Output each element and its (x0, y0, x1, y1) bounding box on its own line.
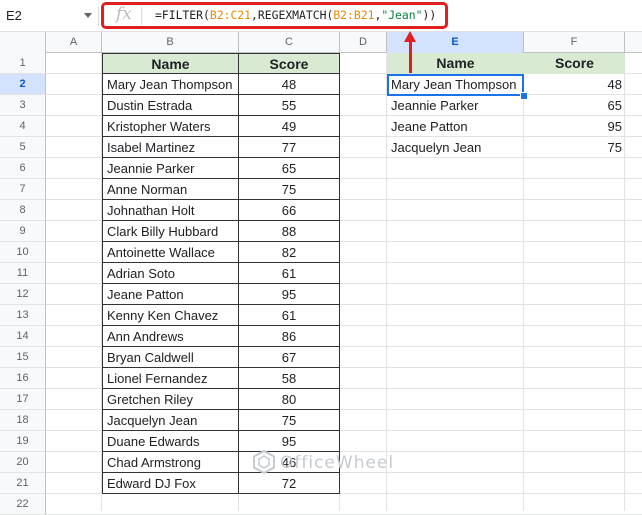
result-name-cell[interactable]: Jacquelyn Jean (387, 137, 524, 158)
source-score-cell[interactable]: 55 (239, 95, 340, 116)
row-header-3[interactable]: 3 (0, 95, 46, 116)
row-header-5[interactable]: 5 (0, 137, 46, 158)
source-score-cell[interactable]: 75 (239, 179, 340, 200)
row-header-14[interactable]: 14 (0, 326, 46, 347)
result-score-cell[interactable]: 65 (524, 95, 625, 116)
source-name-cell[interactable]: Edward DJ Fox (102, 473, 239, 494)
row-header-6[interactable]: 6 (0, 158, 46, 179)
source-score-cell[interactable]: 80 (239, 389, 340, 410)
result-name-cell[interactable]: Jeane Patton (387, 116, 524, 137)
source-score-cell[interactable]: 82 (239, 242, 340, 263)
name-box-dropdown-icon[interactable] (84, 13, 92, 18)
result-score-cell[interactable]: 48 (524, 74, 625, 95)
source-score-cell[interactable]: 86 (239, 326, 340, 347)
row-header-17[interactable]: 17 (0, 389, 46, 410)
source-name-cell[interactable]: Duane Edwards (102, 431, 239, 452)
source-name-cell[interactable]: Lionel Fernandez (102, 368, 239, 389)
source-header-score[interactable]: Score (239, 53, 340, 74)
formula-bar: E2 fx =FILTER(B2:C21,REGEXMATCH(B2:B21,"… (0, 0, 642, 32)
watermark-logo-icon (253, 450, 275, 474)
source-score-cell[interactable]: 49 (239, 116, 340, 137)
column-header-f[interactable]: F (524, 32, 625, 53)
source-score-cell[interactable]: 61 (239, 305, 340, 326)
source-score-cell[interactable]: 65 (239, 158, 340, 179)
source-name-cell[interactable]: Gretchen Riley (102, 389, 239, 410)
source-name-cell[interactable]: Jeannie Parker (102, 158, 239, 179)
row-header-22[interactable]: 22 (0, 494, 46, 515)
column-header-d[interactable]: D (340, 32, 387, 53)
source-name-cell[interactable]: Jacquelyn Jean (102, 410, 239, 431)
column-header-a[interactable]: A (46, 32, 102, 53)
sheet-grid[interactable]: Name Score Mary Jean Thompson 48 Dustin Estr… (46, 53, 642, 515)
source-name-cell[interactable]: Mary Jean Thompson (102, 74, 239, 95)
source-score-cell[interactable]: 77 (239, 137, 340, 158)
source-score-cell[interactable]: 58 (239, 368, 340, 389)
row-header-9[interactable]: 9 (0, 221, 46, 242)
source-score-cell[interactable]: 48 (239, 74, 340, 95)
source-name-cell[interactable]: Clark Billy Hubbard (102, 221, 239, 242)
column-header-b[interactable]: B (102, 32, 239, 53)
source-name-cell[interactable]: Johnathan Holt (102, 200, 239, 221)
source-name-cell[interactable]: Adrian Soto (102, 263, 239, 284)
row-header-19[interactable]: 19 (0, 431, 46, 452)
source-name-cell[interactable]: Chad Armstrong (102, 452, 239, 473)
row-header-10[interactable]: 10 (0, 242, 46, 263)
select-all-corner[interactable] (0, 32, 46, 53)
annotation-arrow-icon (404, 31, 416, 42)
source-score-cell[interactable]: 66 (239, 200, 340, 221)
result-header-score[interactable]: Score (524, 53, 625, 74)
row-header-18[interactable]: 18 (0, 410, 46, 431)
source-name-cell[interactable]: Kristopher Waters (102, 116, 239, 137)
source-name-cell[interactable]: Isabel Martinez (102, 137, 239, 158)
annotation-arrow-line (409, 40, 412, 73)
source-score-cell[interactable]: 95 (239, 431, 340, 452)
row-header-13[interactable]: 13 (0, 305, 46, 326)
divider (98, 6, 99, 26)
formula-highlight-box (101, 2, 448, 29)
source-name-cell[interactable]: Jeane Patton (102, 284, 239, 305)
source-score-cell[interactable]: 88 (239, 221, 340, 242)
row-header-1[interactable]: 1 (0, 53, 46, 74)
row-header-8[interactable]: 8 (0, 200, 46, 221)
row-header-20[interactable]: 20 (0, 452, 46, 473)
row-header-7[interactable]: 7 (0, 179, 46, 200)
row-header-4[interactable]: 4 (0, 116, 46, 137)
result-name-cell[interactable]: Jeannie Parker (387, 95, 524, 116)
row-header-2[interactable]: 2 (0, 74, 46, 95)
source-score-cell[interactable]: 61 (239, 263, 340, 284)
source-name-cell[interactable]: Kenny Ken Chavez (102, 305, 239, 326)
row-header-21[interactable]: 21 (0, 473, 46, 494)
row-header-16[interactable]: 16 (0, 368, 46, 389)
column-header-c[interactable]: C (239, 32, 340, 53)
watermark-text: OfficeWheel (280, 453, 395, 473)
source-score-cell[interactable]: 95 (239, 284, 340, 305)
source-name-cell[interactable]: Ann Andrews (102, 326, 239, 347)
fill-handle[interactable] (520, 92, 528, 100)
result-header-name[interactable]: Name (387, 53, 524, 74)
source-score-cell[interactable]: 72 (239, 473, 340, 494)
source-name-cell[interactable]: Dustin Estrada (102, 95, 239, 116)
column-header-row: A B C D E F (0, 32, 642, 53)
name-box[interactable]: E2 (6, 7, 94, 25)
source-name-cell[interactable]: Anne Norman (102, 179, 239, 200)
source-header-name[interactable]: Name (102, 53, 239, 74)
row-header-15[interactable]: 15 (0, 347, 46, 368)
source-name-cell[interactable]: Bryan Caldwell (102, 347, 239, 368)
source-score-cell[interactable]: 67 (239, 347, 340, 368)
selected-cell-e2[interactable] (387, 74, 524, 96)
row-header-12[interactable]: 12 (0, 284, 46, 305)
source-score-cell[interactable]: 75 (239, 410, 340, 431)
source-name-cell[interactable]: Antoinette Wallace (102, 242, 239, 263)
row-header-11[interactable]: 11 (0, 263, 46, 284)
result-score-cell[interactable]: 75 (524, 137, 625, 158)
result-score-cell[interactable]: 95 (524, 116, 625, 137)
